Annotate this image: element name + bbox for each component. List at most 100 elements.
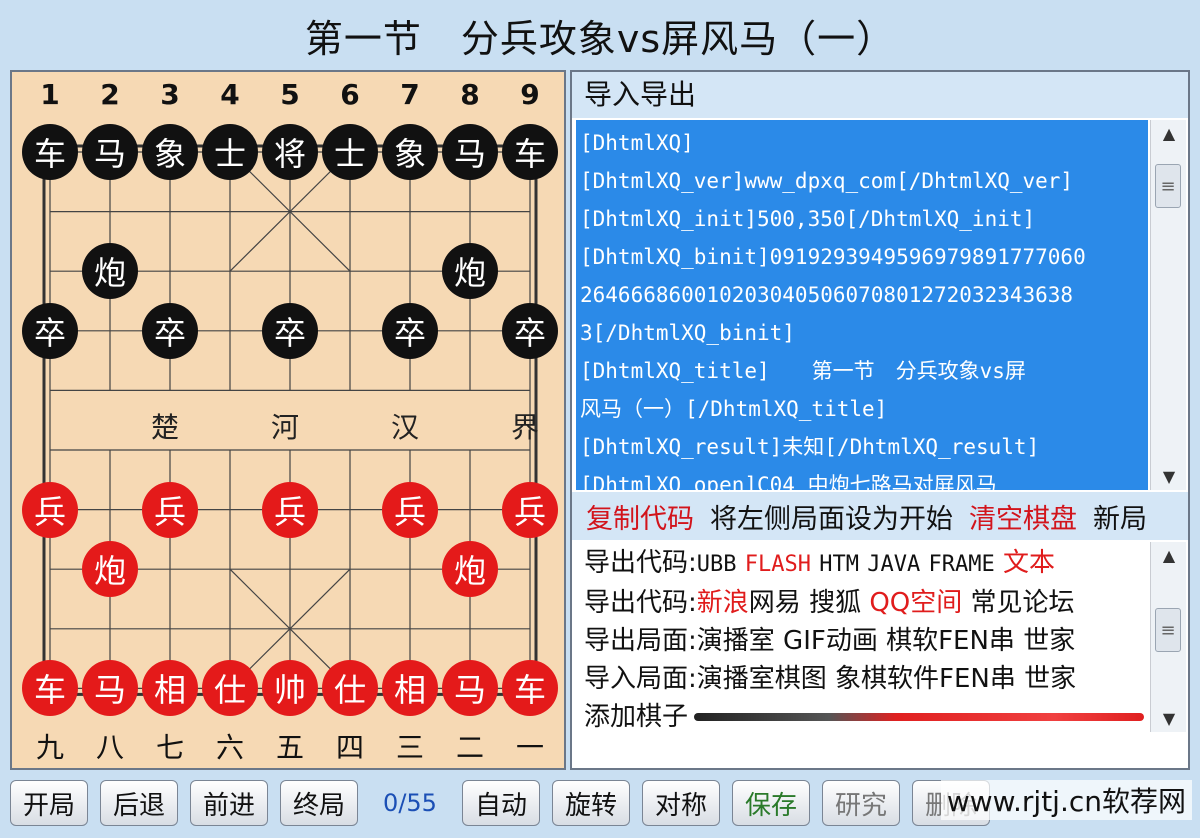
river: 楚河汉界 bbox=[52, 396, 539, 445]
red-piece[interactable]: 兵 bbox=[502, 481, 558, 538]
black-piece[interactable]: 象 bbox=[142, 124, 198, 180]
red-piece[interactable]: 兵 bbox=[382, 481, 438, 538]
set-start-button[interactable]: 将左侧局面设为开始 bbox=[710, 497, 953, 536]
black-piece[interactable]: 车 bbox=[502, 124, 558, 180]
end-button[interactable]: 终局 bbox=[280, 780, 358, 826]
save-button[interactable]: 保存 bbox=[732, 780, 810, 826]
research-button[interactable]: 研究 bbox=[822, 780, 900, 826]
import-position-row: 导入局面:演播室棋图 象棋软件FEN串 世家 bbox=[584, 660, 1148, 698]
new-game-button[interactable]: 新局 bbox=[1093, 497, 1147, 536]
red-piece[interactable]: 炮 bbox=[82, 541, 138, 598]
red-piece[interactable]: 马 bbox=[82, 660, 138, 717]
export-sina-link[interactable]: 新浪 bbox=[697, 588, 749, 618]
red-piece[interactable]: 仕 bbox=[202, 660, 258, 717]
red-piece[interactable]: 炮 bbox=[442, 541, 498, 598]
import-export-panel: 导入导出 [DhtmlXQ] [DhtmlXQ_ver]www_dpxq_com[… bbox=[570, 70, 1190, 770]
import-shijia-link[interactable]: 世家 bbox=[1024, 664, 1076, 694]
export-code-row-1: 导出代码:UBB FLASH HTM JAVA FRAME 文本 bbox=[584, 544, 1148, 584]
black-piece[interactable]: 炮 bbox=[82, 243, 138, 300]
column-chinese-number: 六 bbox=[215, 731, 244, 764]
red-piece[interactable]: 仕 bbox=[322, 660, 378, 717]
import-studio-link[interactable]: 演播室棋图 bbox=[697, 664, 827, 694]
import-fen-link[interactable]: 象棋软件FEN串 bbox=[835, 664, 1016, 694]
code-line: [DhtmlXQ_title] 第一节 分兵攻象vs屏 bbox=[580, 359, 1026, 383]
red-piece[interactable]: 兵 bbox=[142, 481, 198, 538]
export-gif-link[interactable]: GIF动画 bbox=[783, 626, 878, 656]
code-textarea[interactable]: [DhtmlXQ] [DhtmlXQ_ver]www_dpxq_com[/Dhtm… bbox=[576, 120, 1148, 490]
export-java-link[interactable]: JAVA bbox=[867, 552, 920, 577]
export-label: 导出代码: bbox=[584, 588, 697, 618]
red-piece[interactable]: 兵 bbox=[262, 481, 318, 538]
export-studio-link[interactable]: 演播室 bbox=[697, 626, 775, 656]
black-piece[interactable]: 将 bbox=[262, 124, 318, 180]
add-piece-strip[interactable] bbox=[694, 713, 1145, 721]
column-chinese-number: 五 bbox=[275, 731, 304, 764]
river-char: 界 bbox=[511, 411, 540, 445]
export-scrollbar[interactable]: ▲ ≡ ▼ bbox=[1150, 542, 1186, 732]
code-line: 264666860010203040506070801272032343638 bbox=[580, 283, 1074, 307]
column-chinese-number: 七 bbox=[155, 731, 184, 764]
black-piece[interactable]: 士 bbox=[322, 124, 378, 180]
export-frame-link[interactable]: FRAME bbox=[929, 552, 995, 577]
mirror-button[interactable]: 对称 bbox=[642, 780, 720, 826]
back-button[interactable]: 后退 bbox=[100, 780, 178, 826]
black-piece[interactable]: 炮 bbox=[442, 243, 498, 300]
black-piece[interactable]: 卒 bbox=[382, 302, 438, 359]
river-char: 楚 bbox=[151, 411, 180, 445]
black-piece[interactable]: 车 bbox=[22, 124, 78, 180]
red-piece[interactable]: 相 bbox=[142, 660, 198, 717]
page-title: 第一节 分兵攻象vs屏风马（一） bbox=[304, 16, 896, 61]
black-piece[interactable]: 象 bbox=[382, 124, 438, 180]
export-ubb-link[interactable]: UBB bbox=[697, 552, 737, 577]
red-piece[interactable]: 马 bbox=[442, 660, 498, 717]
code-line: [DhtmlXQ_init]500,350[/DhtmlXQ_init] bbox=[580, 207, 1036, 231]
scroll-thumb[interactable]: ≡ bbox=[1155, 608, 1181, 652]
black-piece[interactable]: 马 bbox=[442, 124, 498, 180]
import-position-label: 导入局面: bbox=[584, 664, 697, 694]
start-button[interactable]: 开局 bbox=[10, 780, 88, 826]
column-chinese-numbers: 九八七六五四三二一 bbox=[12, 726, 568, 766]
forward-button[interactable]: 前进 bbox=[190, 780, 268, 826]
black-piece[interactable]: 马 bbox=[82, 124, 138, 180]
column-chinese-number: 三 bbox=[395, 731, 424, 764]
scroll-thumb[interactable]: ≡ bbox=[1155, 164, 1181, 208]
black-piece[interactable]: 卒 bbox=[262, 302, 318, 359]
clear-board-button[interactable]: 清空棋盘 bbox=[969, 497, 1077, 536]
column-chinese-number: 二 bbox=[455, 731, 484, 764]
scroll-up-icon[interactable]: ▲ bbox=[1151, 124, 1187, 143]
export-163-link[interactable]: 网易 bbox=[749, 588, 801, 618]
watermark: www.rjtj.cn软荐网 bbox=[940, 780, 1192, 820]
action-bar: 复制代码 将左侧局面设为开始 清空棋盘 新局 bbox=[572, 492, 1188, 540]
scroll-up-icon[interactable]: ▲ bbox=[1151, 546, 1187, 565]
river-char: 河 bbox=[271, 411, 300, 445]
red-piece[interactable]: 相 bbox=[382, 660, 438, 717]
export-options: 导出代码:UBB FLASH HTM JAVA FRAME 文本 导出代码:新浪… bbox=[578, 544, 1148, 734]
export-htm-link[interactable]: HTM bbox=[819, 552, 859, 577]
rotate-button[interactable]: 旋转 bbox=[552, 780, 630, 826]
black-piece[interactable]: 卒 bbox=[142, 302, 198, 359]
code-line: 3[/DhtmlXQ_binit] bbox=[580, 321, 795, 345]
red-piece[interactable]: 车 bbox=[22, 660, 78, 717]
export-position-label: 导出局面: bbox=[584, 626, 697, 656]
red-piece[interactable]: 车 bbox=[502, 660, 558, 717]
scroll-down-icon[interactable]: ▼ bbox=[1151, 467, 1187, 486]
red-piece[interactable]: 兵 bbox=[22, 481, 78, 538]
chess-board[interactable]: 123456789 楚河汉界 车马象士将士象马车炮炮卒卒卒卒卒兵兵兵兵兵炮炮车马… bbox=[10, 70, 566, 770]
export-qq-link[interactable]: QQ空间 bbox=[869, 588, 962, 618]
black-piece[interactable]: 卒 bbox=[22, 302, 78, 359]
black-piece[interactable]: 士 bbox=[202, 124, 258, 180]
auto-play-button[interactable]: 自动 bbox=[462, 780, 540, 826]
code-scrollbar[interactable]: ▲ ≡ ▼ bbox=[1150, 120, 1186, 490]
scroll-down-icon[interactable]: ▼ bbox=[1151, 709, 1187, 728]
column-chinese-number: 九 bbox=[35, 731, 64, 764]
export-text-link[interactable]: 文本 bbox=[1003, 548, 1055, 578]
red-piece[interactable]: 帅 bbox=[262, 660, 318, 717]
export-shijia-link[interactable]: 世家 bbox=[1023, 626, 1075, 656]
export-sohu-link[interactable]: 搜狐 bbox=[809, 588, 861, 618]
river-char: 汉 bbox=[391, 411, 420, 445]
export-forum-link[interactable]: 常见论坛 bbox=[971, 588, 1075, 618]
black-piece[interactable]: 卒 bbox=[502, 302, 558, 359]
export-flash-link[interactable]: FLASH bbox=[745, 552, 811, 577]
copy-code-button[interactable]: 复制代码 bbox=[586, 497, 694, 536]
export-fen-link[interactable]: 棋软FEN串 bbox=[886, 626, 1015, 656]
